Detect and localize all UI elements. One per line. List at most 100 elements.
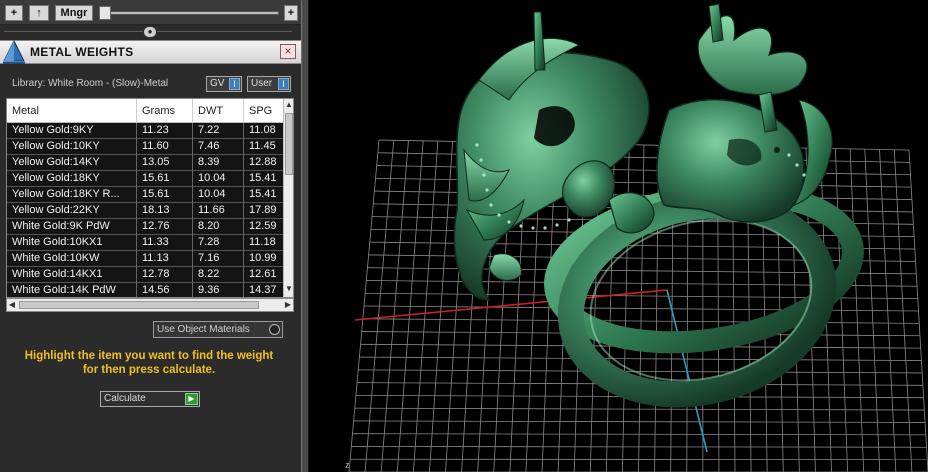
- vertical-scroll-thumb[interactable]: [285, 113, 293, 175]
- cell-grams: 15.61: [137, 187, 193, 203]
- horizontal-scrollbar[interactable]: ◀ ▶: [6, 298, 294, 312]
- axis-label: z: [345, 460, 350, 470]
- metal-weights-panel: + ↑ Mngr + ● METAL WEIGHTS × Library: Wh…: [0, 0, 307, 472]
- scroll-left-icon[interactable]: ◀: [7, 299, 17, 311]
- user-switch-icon: I: [278, 78, 289, 90]
- play-icon[interactable]: ▶: [185, 393, 198, 405]
- cell-grams: 14.56: [137, 283, 193, 297]
- cell-metal: White Gold:14K PdW: [7, 283, 137, 297]
- cell-spg: 14.37: [244, 283, 284, 297]
- cell-grams: 18.13: [137, 203, 193, 219]
- scroll-up-icon[interactable]: ▲: [284, 99, 293, 111]
- gv-label: GV: [210, 78, 225, 89]
- cell-metal: Yellow Gold:9KY: [7, 123, 137, 139]
- slider-thumb[interactable]: [99, 6, 111, 20]
- pyramid-logo-icon: [3, 39, 25, 64]
- close-icon[interactable]: ×: [280, 44, 296, 59]
- cell-spg: 15.41: [244, 187, 284, 203]
- instructions-text: Highlight the item you want to find the …: [8, 349, 290, 377]
- column-header-dwt[interactable]: DWT: [193, 99, 244, 123]
- table-body: Yellow Gold:9KY 11.23 7.22 11.08 Yellow Gold…: [7, 123, 284, 297]
- table-row[interactable]: White Gold:10KW 11.13 7.16 10.99: [7, 251, 284, 267]
- up-arrow-button[interactable]: ↑: [29, 5, 49, 21]
- user-label: User: [251, 78, 273, 89]
- cell-spg: 11.45: [244, 139, 284, 155]
- table-row[interactable]: Yellow Gold:14KY 13.05 8.39 12.88: [7, 155, 284, 171]
- user-toggle[interactable]: User I: [247, 76, 291, 92]
- panel-scroll-knob[interactable]: ●: [143, 26, 157, 38]
- cell-grams: 15.61: [137, 171, 193, 187]
- cell-spg: 17.89: [244, 203, 284, 219]
- instructions-line-2: for then press calculate.: [82, 364, 216, 376]
- manager-button[interactable]: Mngr: [55, 5, 93, 21]
- cell-spg: 11.18: [244, 235, 284, 251]
- table-row[interactable]: Yellow Gold:10KY 11.60 7.46 11.45: [7, 139, 284, 155]
- cell-dwt: 8.39: [193, 155, 244, 171]
- grid-line: [351, 446, 927, 448]
- cell-spg: 12.59: [244, 219, 284, 235]
- table-row[interactable]: Yellow Gold:22KY 18.13 11.66 17.89: [7, 203, 284, 219]
- cell-grams: 11.60: [137, 139, 193, 155]
- cell-dwt: 8.22: [193, 267, 244, 283]
- app-window: + ↑ Mngr + ● METAL WEIGHTS × Library: Wh…: [0, 0, 928, 472]
- radio-icon[interactable]: [269, 324, 280, 335]
- column-header-spg[interactable]: SPG: [244, 99, 284, 123]
- cell-metal: Yellow Gold:14KY: [7, 155, 137, 171]
- cell-metal: White Gold:14KX1: [7, 267, 137, 283]
- viewport-canvas[interactable]: [309, 0, 928, 472]
- cell-dwt: 7.28: [193, 235, 244, 251]
- panel-splitter[interactable]: [301, 0, 309, 472]
- table-header: Metal Grams DWT SPG: [7, 99, 293, 123]
- panel-size-slider[interactable]: [101, 11, 279, 15]
- cell-metal: White Gold:10KW: [7, 251, 137, 267]
- calculate-button[interactable]: Calculate ▶: [100, 391, 200, 407]
- library-label: Library: White Room - (Slow)-Metal: [12, 78, 169, 89]
- cell-dwt: 8.20: [193, 219, 244, 235]
- table-row[interactable]: White Gold:10KX1 11.33 7.28 11.18: [7, 235, 284, 251]
- vertical-scrollbar[interactable]: ▲ ▼: [283, 99, 293, 297]
- table-row[interactable]: Yellow Gold:9KY 11.23 7.22 11.08: [7, 123, 284, 139]
- cell-dwt: 10.04: [193, 171, 244, 187]
- use-object-materials-label: Use Object Materials: [157, 324, 250, 335]
- table-row[interactable]: White Gold:14K PdW 14.56 9.36 14.37: [7, 283, 284, 297]
- cell-grams: 11.33: [137, 235, 193, 251]
- table-row[interactable]: Yellow Gold:18KY R... 15.61 10.04 15.41: [7, 187, 284, 203]
- table-row[interactable]: Yellow Gold:18KY 15.61 10.04 15.41: [7, 171, 284, 187]
- cell-spg: 10.99: [244, 251, 284, 267]
- scroll-down-icon[interactable]: ▼: [284, 283, 293, 295]
- cell-dwt: 7.22: [193, 123, 244, 139]
- 3d-viewport[interactable]: z: [309, 0, 928, 472]
- cell-spg: 12.88: [244, 155, 284, 171]
- cell-metal: Yellow Gold:10KY: [7, 139, 137, 155]
- column-header-grams[interactable]: Grams: [137, 99, 193, 123]
- column-header-metal[interactable]: Metal: [7, 99, 137, 123]
- cell-metal: White Gold:9K PdW: [7, 219, 137, 235]
- cell-dwt: 7.46: [193, 139, 244, 155]
- cell-grams: 11.13: [137, 251, 193, 267]
- use-object-materials-option[interactable]: Use Object Materials: [153, 321, 283, 338]
- cell-spg: 11.08: [244, 123, 284, 139]
- cell-spg: 12.61: [244, 267, 284, 283]
- cell-grams: 13.05: [137, 155, 193, 171]
- add-button[interactable]: +: [5, 5, 23, 21]
- window-title: METAL WEIGHTS: [30, 45, 134, 59]
- cell-spg: 15.41: [244, 171, 284, 187]
- cell-dwt: 9.36: [193, 283, 244, 297]
- scroll-right-icon[interactable]: ▶: [283, 299, 293, 311]
- cell-dwt: 10.04: [193, 187, 244, 203]
- cell-dwt: 7.16: [193, 251, 244, 267]
- cell-metal: Yellow Gold:22KY: [7, 203, 137, 219]
- cell-metal: Yellow Gold:18KY: [7, 171, 137, 187]
- expand-plus-button[interactable]: +: [284, 5, 298, 21]
- cell-grams: 12.76: [137, 219, 193, 235]
- window-titlebar: METAL WEIGHTS ×: [0, 39, 301, 64]
- table-row[interactable]: White Gold:14KX1 12.78 8.22 12.61: [7, 267, 284, 283]
- table-row[interactable]: White Gold:9K PdW 12.76 8.20 12.59: [7, 219, 284, 235]
- gv-switch-icon: I: [229, 78, 240, 90]
- horizontal-scroll-thumb[interactable]: [19, 301, 259, 309]
- gv-toggle[interactable]: GV I: [206, 76, 242, 92]
- ground-grid: [348, 139, 928, 472]
- cell-metal: Yellow Gold:18KY R...: [7, 187, 137, 203]
- metal-table: Metal Grams DWT SPG Yellow Gold:9KY 11.23…: [6, 98, 294, 298]
- cell-dwt: 11.66: [193, 203, 244, 219]
